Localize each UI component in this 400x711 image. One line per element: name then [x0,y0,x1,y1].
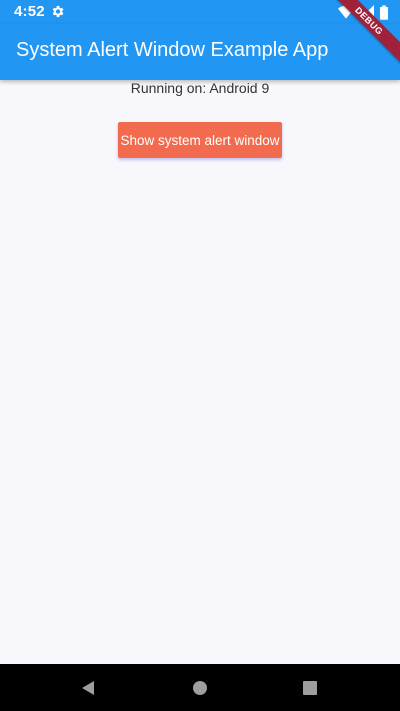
status-time: 4:52 [14,3,45,20]
navigation-bar [0,664,400,711]
battery-icon [380,4,388,20]
show-system-alert-button[interactable]: Show system alert window [118,122,282,158]
recents-icon [303,680,317,695]
main-content: Running on: Android 9 Show system alert … [0,80,400,664]
home-button[interactable] [176,664,224,711]
app-screen: 4:52 System Alert Window Example App DEB… [0,0,400,711]
recents-button[interactable] [286,664,334,711]
settings-gear-icon [52,5,64,18]
back-button[interactable] [64,664,112,711]
platform-version-text: Running on: Android 9 [130,80,270,96]
app-bar: System Alert Window Example App [0,24,400,80]
back-icon [82,680,94,695]
status-bar: 4:52 [0,0,400,24]
app-title: System Alert Window Example App [16,39,329,61]
home-icon [193,680,207,695]
